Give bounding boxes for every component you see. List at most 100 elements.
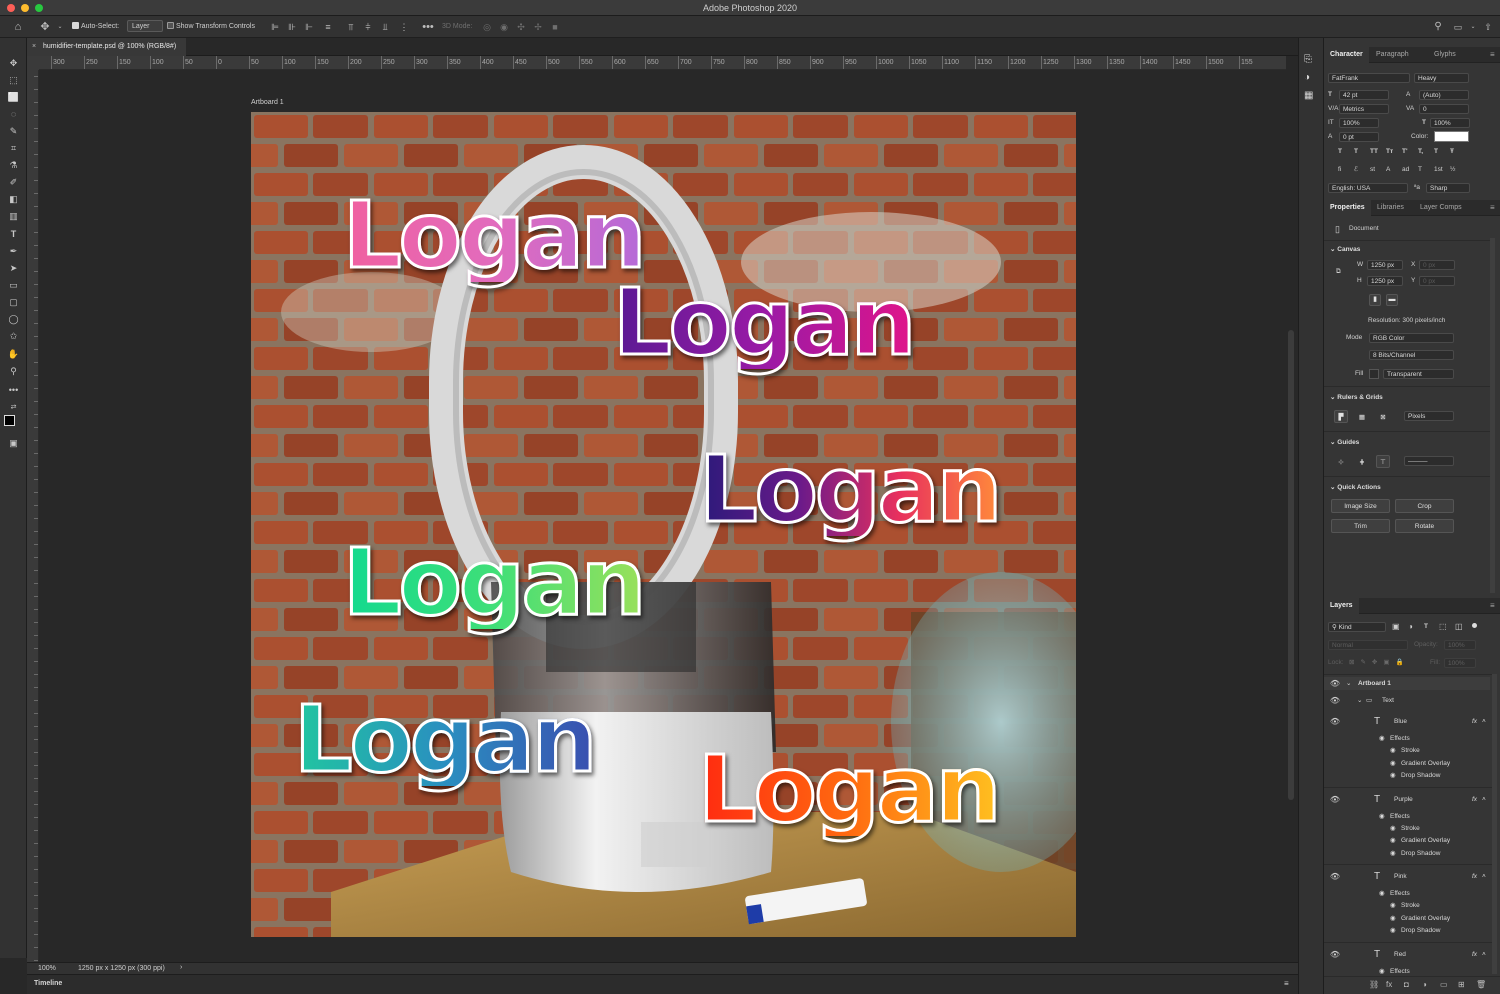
adjustment-layer-icon[interactable]: ◑: [1422, 980, 1427, 989]
artboard-label[interactable]: Artboard 1: [251, 99, 284, 106]
canvas-x-field[interactable]: 0 px: [1419, 260, 1455, 270]
history-icon[interactable]: ⎘: [1304, 54, 1312, 65]
roll-3d-icon[interactable]: ◉: [497, 20, 511, 34]
ellipse-tool-icon[interactable]: ◯: [5, 312, 22, 327]
tab-properties[interactable]: Properties: [1324, 200, 1371, 216]
canvas-height-field[interactable]: 1250 px: [1367, 276, 1403, 286]
align-center-icon[interactable]: ⊪: [285, 20, 299, 34]
type-style-button[interactable]: T: [1338, 147, 1342, 157]
document-tab[interactable]: × humidifier-template.psd @ 100% (RGB/8#…: [27, 38, 187, 56]
artboard[interactable]: Logan Logan Logan Logan Logan Logan: [251, 112, 1076, 937]
layer-row[interactable]: 👁 T Pink fx ˄: [1324, 867, 1490, 887]
effect-row[interactable]: ◉ Drop Shadow: [1324, 924, 1490, 937]
horizontal-scale-field[interactable]: 100%: [1430, 118, 1470, 128]
distribute-vertical-icon[interactable]: ⋮: [397, 20, 411, 34]
adjustments-icon[interactable]: ◑: [1304, 72, 1310, 83]
tab-libraries[interactable]: Libraries: [1371, 200, 1410, 216]
move-tool-icon[interactable]: ✥: [38, 20, 52, 34]
opentype-button[interactable]: T: [1418, 165, 1422, 175]
rotate-button[interactable]: Rotate: [1395, 519, 1454, 533]
new-group-icon[interactable]: ▭: [1440, 980, 1448, 989]
type-style-button[interactable]: T: [1354, 147, 1358, 157]
chevron-up-icon[interactable]: ˄: [1482, 790, 1486, 810]
vertical-scale-field[interactable]: 100%: [1339, 118, 1379, 128]
search-icon[interactable]: ⚲: [1431, 20, 1445, 34]
minimize-window-button[interactable]: [21, 4, 29, 12]
logan-purple-text[interactable]: Logan: [611, 275, 917, 370]
canvas-y-field[interactable]: 0 px: [1419, 276, 1455, 286]
landscape-orientation-icon[interactable]: ▬: [1386, 294, 1398, 306]
pan-3d-icon[interactable]: ✣: [514, 20, 528, 34]
fill-opacity-field[interactable]: 100%: [1444, 658, 1476, 668]
chevron-up-icon[interactable]: ˄: [1482, 945, 1486, 965]
tab-layer-comps[interactable]: Layer Comps: [1414, 200, 1468, 216]
zoom-window-button[interactable]: [35, 4, 43, 12]
fill-select[interactable]: Transparent: [1383, 369, 1454, 379]
align-right-icon[interactable]: ⊩: [302, 20, 316, 34]
camera-3d-icon[interactable]: ■: [548, 20, 562, 34]
fill-swatch[interactable]: [1369, 369, 1379, 379]
font-size-field[interactable]: 42 pt: [1339, 90, 1389, 100]
panel-menu-icon[interactable]: ≡: [1484, 200, 1500, 216]
bit-depth-select[interactable]: 8 Bits/Channel: [1369, 350, 1454, 360]
guide-style-select[interactable]: ———: [1404, 456, 1454, 466]
opentype-button[interactable]: st: [1370, 165, 1375, 175]
screen-mode-icon[interactable]: ▣: [5, 436, 22, 451]
guides-section-title[interactable]: ⌄ Guides: [1330, 438, 1359, 446]
close-tab-icon[interactable]: ×: [32, 38, 36, 56]
zoom-tool-icon[interactable]: ⚲: [5, 364, 22, 379]
add-mask-icon[interactable]: ◘: [1404, 980, 1409, 989]
eye-icon[interactable]: 👁: [1329, 694, 1341, 707]
brush-tool-icon[interactable]: ✐: [5, 175, 22, 190]
eye-icon[interactable]: ◉: [1390, 847, 1396, 860]
image-size-button[interactable]: Image Size: [1331, 499, 1390, 513]
more-tools-icon[interactable]: •••: [5, 383, 22, 398]
opentype-button[interactable]: fi: [1338, 165, 1341, 175]
eye-icon[interactable]: ◉: [1390, 924, 1396, 937]
grid-toggle-icon[interactable]: ▦: [1355, 410, 1369, 423]
panel-menu-icon[interactable]: ≡: [1484, 598, 1500, 614]
leading-field[interactable]: (Auto): [1419, 90, 1469, 100]
tab-character[interactable]: Character: [1324, 47, 1369, 63]
panel-menu-icon[interactable]: ≡: [1484, 47, 1500, 63]
swap-colors-icon[interactable]: ⇄: [5, 400, 22, 415]
path-select-tool-icon[interactable]: ➤: [5, 261, 22, 276]
opentype-button[interactable]: 1st: [1434, 165, 1443, 175]
effect-row[interactable]: ◉ Gradient Overlay: [1324, 912, 1490, 925]
effect-row[interactable]: ◉ Drop Shadow: [1324, 847, 1490, 860]
crop-button[interactable]: Crop: [1395, 499, 1454, 513]
distribute-icon[interactable]: ≡: [321, 20, 335, 34]
eye-icon[interactable]: ◉: [1390, 912, 1396, 925]
eye-icon[interactable]: ◉: [1390, 769, 1396, 782]
tab-glyphs[interactable]: Glyphs: [1428, 47, 1462, 63]
layer-row[interactable]: 👁 T Red fx ˄: [1324, 945, 1490, 965]
type-style-button[interactable]: T: [1434, 147, 1438, 157]
vertical-ruler[interactable]: [27, 70, 39, 962]
pen-tool-icon[interactable]: ✒: [5, 244, 22, 259]
auto-select-checkbox[interactable]: Auto-Select:: [72, 21, 119, 33]
eyedropper-tool-icon[interactable]: ⚗: [5, 158, 22, 173]
layers-scrollbar[interactable]: [1492, 674, 1497, 974]
canvas-section-title[interactable]: ⌄ Canvas: [1330, 245, 1360, 253]
logan-teal-text[interactable]: Logan: [292, 692, 598, 787]
custom-shape-tool-icon[interactable]: ✩: [5, 329, 22, 344]
orbit-3d-icon[interactable]: ◎: [480, 20, 494, 34]
fx-icon[interactable]: fx: [1386, 980, 1392, 989]
ruler-origin[interactable]: [27, 56, 39, 70]
layer-row-artboard[interactable]: 👁 ⌄ Artboard 1: [1324, 677, 1490, 690]
eye-icon[interactable]: ◉: [1390, 757, 1396, 770]
ruler-toggle-icon[interactable]: ▛: [1334, 410, 1348, 423]
logan-green-text[interactable]: Logan: [341, 535, 647, 630]
rectangle-tool-icon[interactable]: ▭: [5, 278, 22, 293]
new-guide-icon[interactable]: ⋕: [1355, 455, 1369, 468]
more-options-icon[interactable]: •••: [421, 20, 435, 34]
type-style-button[interactable]: Ŧ: [1450, 147, 1454, 157]
type-style-button[interactable]: T,: [1418, 147, 1423, 157]
eye-icon[interactable]: ◉: [1390, 822, 1396, 835]
type-filter-icon[interactable]: T: [1424, 622, 1428, 632]
timeline-tab[interactable]: Timeline: [34, 980, 62, 987]
hand-tool-icon[interactable]: ✋: [5, 347, 22, 362]
fx-icon[interactable]: fx: [1472, 790, 1477, 810]
type-style-button[interactable]: T': [1402, 147, 1408, 157]
eye-icon[interactable]: 👁: [1329, 790, 1341, 810]
